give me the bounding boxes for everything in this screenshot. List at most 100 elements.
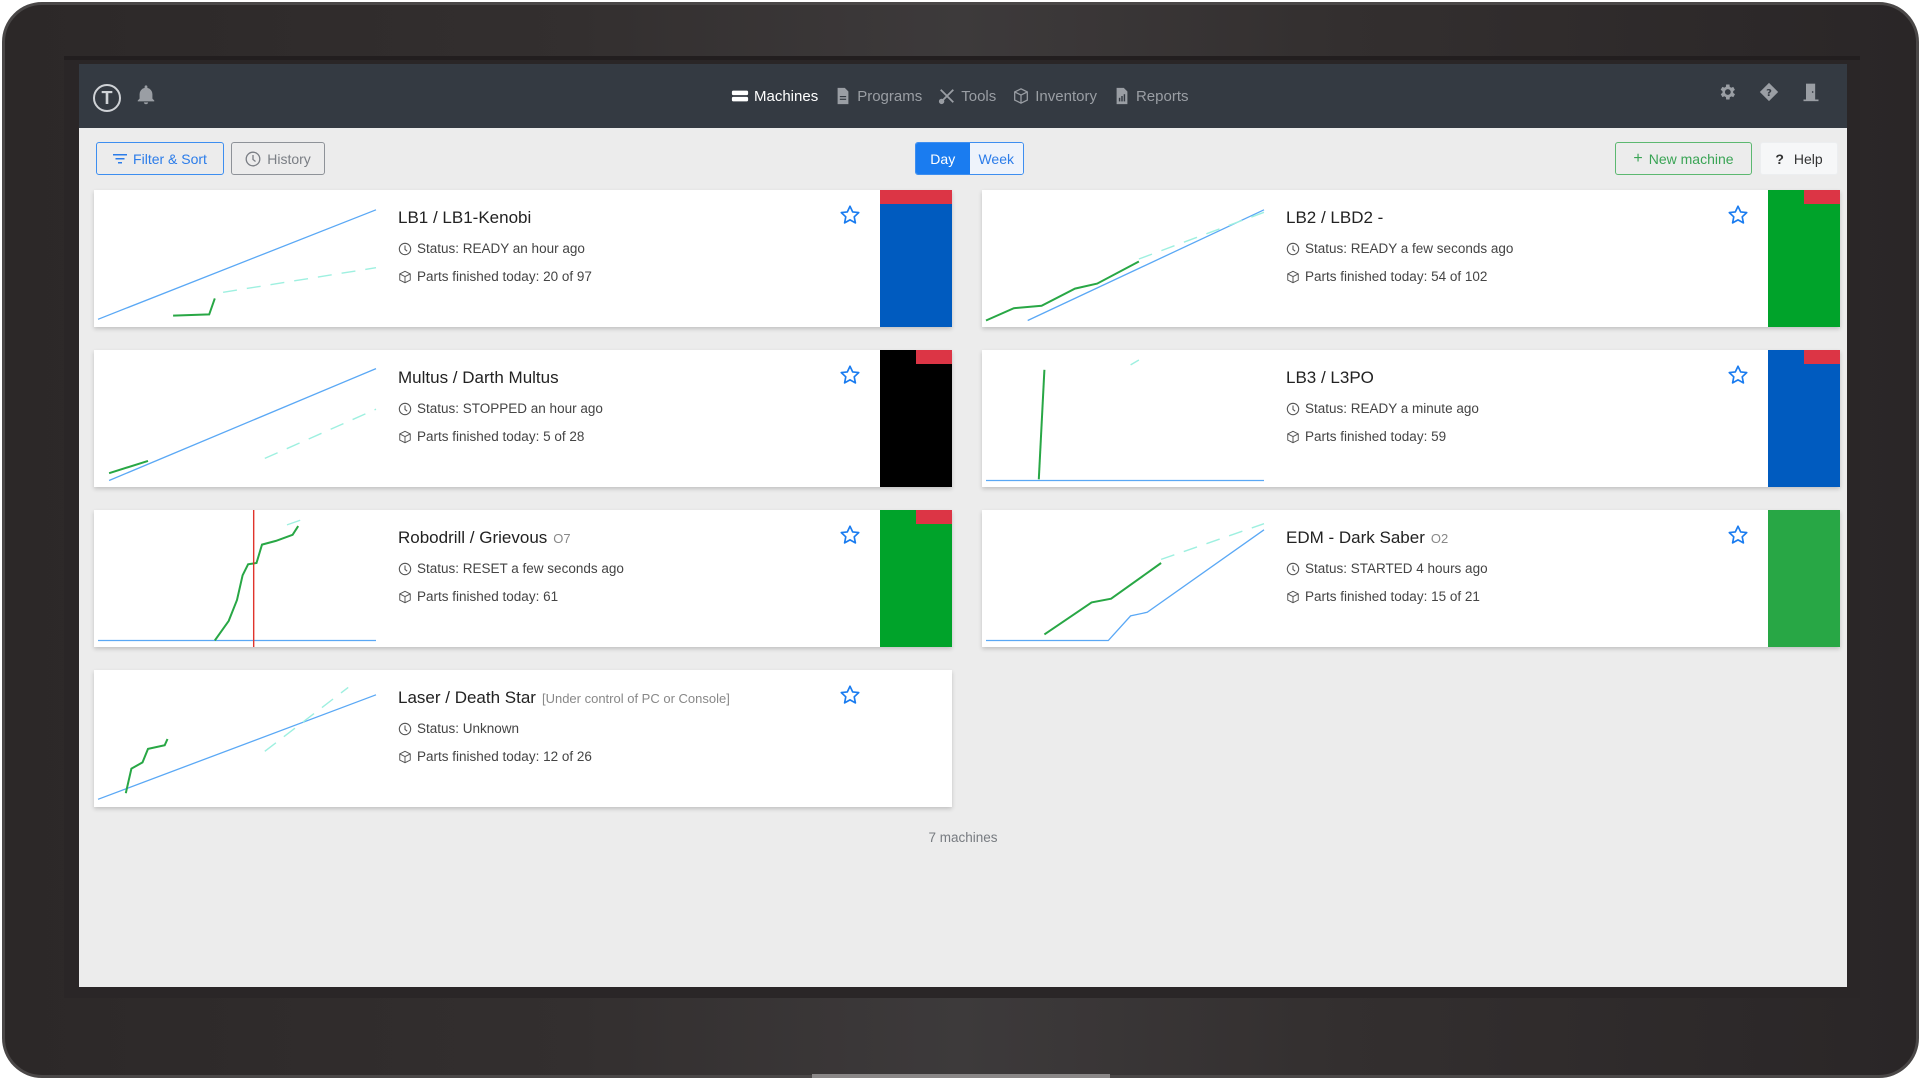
nav-tools[interactable]: Tools: [938, 87, 996, 105]
logout-door-icon[interactable]: [1801, 82, 1821, 104]
status-color-strip: [880, 350, 952, 487]
machine-parts: Parts finished today: 5 of 28: [398, 429, 603, 444]
machine-title-row: LB1 / LB1-Kenobi: [398, 208, 592, 228]
alarm-flag: [916, 510, 952, 524]
nav-machines[interactable]: Machines: [731, 87, 818, 105]
status-text: Status: STOPPED an hour ago: [417, 401, 603, 416]
history-label: History: [267, 150, 311, 167]
machine-card[interactable]: Laser / Death Star [Under control of PC o…: [94, 670, 952, 807]
machine-status: Status: READY a few seconds ago: [1286, 241, 1513, 256]
forecast-line: [264, 686, 349, 752]
history-button[interactable]: History: [231, 142, 325, 175]
machine-title[interactable]: EDM - Dark Saber: [1286, 528, 1425, 548]
status-color-strip: [880, 190, 952, 327]
status-color-strip: [1768, 190, 1840, 327]
period-day-button[interactable]: Day: [916, 143, 970, 174]
machine-title[interactable]: Laser / Death Star: [398, 688, 536, 708]
machine-title[interactable]: LB1 / LB1-Kenobi: [398, 208, 531, 228]
alarm-flag: [1804, 350, 1840, 364]
favorite-star-icon[interactable]: [1727, 524, 1749, 546]
machine-parts: Parts finished today: 20 of 97: [398, 269, 592, 284]
help-diamond-icon[interactable]: ?: [1759, 82, 1779, 104]
machine-count: 7 machines: [928, 830, 998, 845]
clock-icon: [398, 722, 412, 736]
machine-title[interactable]: LB3 / L3PO: [1286, 368, 1374, 388]
nav-inventory[interactable]: Inventory: [1012, 87, 1097, 105]
svg-text:?: ?: [1766, 88, 1772, 99]
gear-icon[interactable]: [1717, 82, 1737, 104]
machine-status: Status: READY a minute ago: [1286, 401, 1479, 416]
production-sparkline: [108, 368, 377, 482]
machine-card[interactable]: Multus / Darth Multus Status: STOPPED an …: [94, 350, 952, 487]
machine-parts: Parts finished today: 15 of 21: [1286, 589, 1488, 604]
machine-subtitle: [Under control of PC or Console]: [541, 691, 730, 706]
period-week-button[interactable]: Week: [969, 143, 1023, 174]
favorite-star-icon[interactable]: [839, 364, 861, 386]
machine-card[interactable]: LB1 / LB1-Kenobi Status: READY an hour ag…: [94, 190, 952, 327]
actual-line: [985, 260, 1140, 322]
production-sparkline: [986, 523, 1265, 642]
filter-sort-button[interactable]: Filter & Sort: [96, 142, 224, 175]
nav-tools-label: Tools: [961, 87, 997, 105]
machine-title[interactable]: Robodrill / Grievous: [398, 528, 547, 548]
machine-title[interactable]: LB2 / LBD2 -: [1286, 208, 1383, 228]
favorite-star-icon[interactable]: [1727, 364, 1749, 386]
machine-card[interactable]: LB2 / LBD2 - Status: READY a few seconds …: [982, 190, 1840, 327]
status-color-strip: [1768, 510, 1840, 647]
top-nav: T Machines Programs Tools Inventory Repo…: [79, 64, 1847, 128]
actual-line: [1043, 562, 1162, 636]
machine-card[interactable]: Robodrill / Grievous O7 Status: RESET a fe…: [94, 510, 952, 647]
machine-status: Status: RESET a few seconds ago: [398, 561, 624, 576]
machine-title-row: Laser / Death Star [Under control of PC o…: [398, 688, 730, 708]
new-machine-button[interactable]: + New machine: [1615, 142, 1752, 175]
box-icon: [1286, 270, 1300, 284]
alarm-flag: [916, 350, 952, 364]
production-sparkline: [986, 359, 1264, 482]
production-sparkline: [98, 510, 376, 647]
favorite-star-icon[interactable]: [839, 684, 861, 706]
machine-info: Robodrill / Grievous O7 Status: RESET a fe…: [398, 528, 624, 604]
machine-info: LB2 / LBD2 - Status: READY a few seconds …: [1286, 208, 1513, 284]
file-icon: [837, 87, 849, 105]
machine-title-row: LB3 / L3PO: [1286, 368, 1479, 388]
machine-status: Status: Unknown: [398, 721, 730, 736]
machine-title-row: LB2 / LBD2 -: [1286, 208, 1513, 228]
status-text: Status: READY a minute ago: [1305, 401, 1479, 416]
machine-status: Status: READY an hour ago: [398, 241, 592, 256]
question-icon: ?: [1775, 150, 1784, 167]
nav-programs[interactable]: Programs: [834, 87, 922, 105]
filter-sort-label: Filter & Sort: [133, 150, 207, 167]
status-text: Status: STARTED 4 hours ago: [1305, 561, 1488, 576]
clock-icon: [1286, 242, 1300, 256]
favorite-star-icon[interactable]: [1727, 204, 1749, 226]
favorite-star-icon[interactable]: [839, 524, 861, 546]
report-icon: [1116, 87, 1128, 105]
actual-line: [124, 738, 169, 794]
status-text: Status: READY a few seconds ago: [1305, 241, 1514, 256]
help-button[interactable]: ? Help: [1760, 142, 1838, 175]
production-sparkline: [97, 209, 377, 320]
machine-card[interactable]: LB3 / L3PO Status: READY a minute ago Part…: [982, 350, 1840, 487]
machine-card[interactable]: EDM - Dark Saber O2 Status: STARTED 4 hour…: [982, 510, 1840, 647]
machine-status: Status: STOPPED an hour ago: [398, 401, 603, 416]
parts-text: Parts finished today: 15 of 21: [1305, 589, 1480, 604]
nav-reports-label: Reports: [1135, 87, 1189, 105]
app-logo[interactable]: T: [93, 84, 121, 112]
actual-line: [213, 525, 300, 642]
plus-icon: +: [1633, 149, 1643, 167]
status-color-strip: [1768, 350, 1840, 487]
machine-info: Multus / Darth Multus Status: STOPPED an …: [398, 368, 603, 444]
bell-icon[interactable]: [135, 84, 157, 108]
status-color-strip: [880, 510, 952, 647]
parts-text: Parts finished today: 59: [1305, 429, 1447, 444]
nav-reports[interactable]: Reports: [1113, 87, 1189, 105]
production-sparkline: [985, 209, 1265, 322]
machine-title[interactable]: Multus / Darth Multus: [398, 368, 559, 388]
target-line: [97, 694, 377, 800]
machine-info: LB1 / LB1-Kenobi Status: READY an hour ag…: [398, 208, 592, 284]
new-machine-label: New machine: [1648, 150, 1734, 167]
machine-parts: Parts finished today: 12 of 26: [398, 749, 730, 764]
machine-title-row: EDM - Dark Saber O2: [1286, 528, 1488, 548]
box-icon: [398, 270, 412, 284]
favorite-star-icon[interactable]: [839, 204, 861, 226]
